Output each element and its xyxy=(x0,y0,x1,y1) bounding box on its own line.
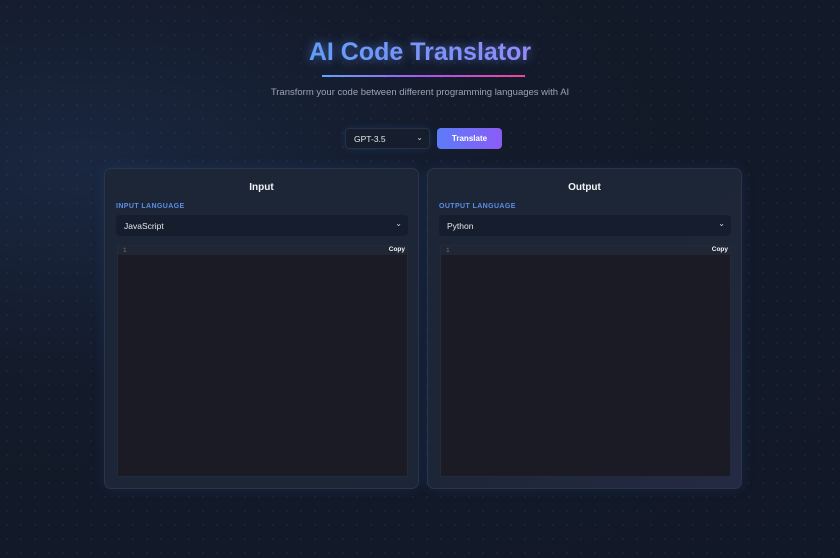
input-language-label: INPUT LANGUAGE xyxy=(116,203,185,210)
page-subtitle: Transform your code between different pr… xyxy=(270,87,570,98)
input-copy-button[interactable]: Copy xyxy=(389,246,405,253)
model-select[interactable]: GPT-3.5 ⌄ xyxy=(345,128,430,149)
input-code-editor[interactable]: 1 Copy xyxy=(117,245,408,477)
output-language-label: OUTPUT LANGUAGE xyxy=(439,203,516,210)
input-panel-title: Input xyxy=(249,182,274,193)
title-underline xyxy=(322,75,525,77)
input-language-select[interactable]: JavaScript ⌄ xyxy=(116,215,408,236)
chevron-down-icon: ⌄ xyxy=(416,133,423,142)
chevron-down-icon: ⌄ xyxy=(718,219,725,228)
output-code-editor[interactable]: 1 Copy xyxy=(440,245,731,477)
translate-button[interactable]: Translate xyxy=(437,128,502,149)
line-number: 1 xyxy=(446,247,450,254)
model-value: GPT-3.5 xyxy=(354,134,386,144)
output-language-select[interactable]: Python ⌄ xyxy=(439,215,731,236)
output-language-value: Python xyxy=(447,221,474,231)
output-copy-button[interactable]: Copy xyxy=(712,246,728,253)
input-language-value: JavaScript xyxy=(124,221,164,231)
page-title: AI Code Translator xyxy=(308,38,532,66)
output-panel: Output OUTPUT LANGUAGE Python ⌄ 1 Copy xyxy=(427,168,742,489)
output-panel-title: Output xyxy=(568,182,601,193)
chevron-down-icon: ⌄ xyxy=(395,219,402,228)
input-panel: Input INPUT LANGUAGE JavaScript ⌄ 1 Copy xyxy=(104,168,419,489)
line-number: 1 xyxy=(123,247,127,254)
